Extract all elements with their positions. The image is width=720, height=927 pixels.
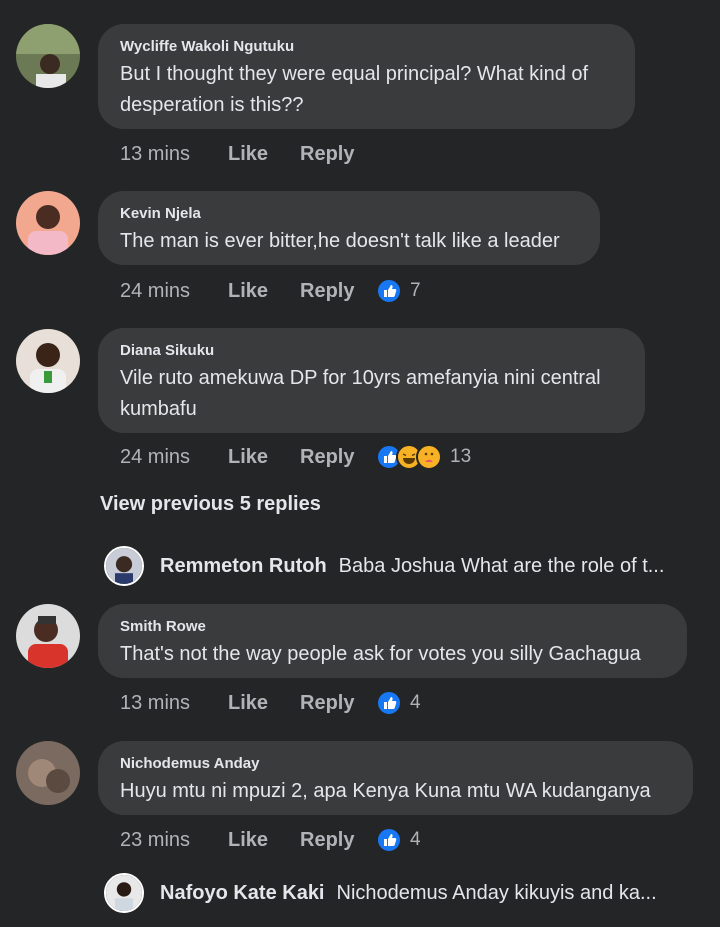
comment-bubble: Smith Rowe That's not the way people ask… [98,604,687,678]
reactions[interactable]: 7 [376,278,421,304]
collapsed-reply[interactable]: Nafoyo Kate Kaki Nichodemus Anday kikuyi… [104,873,704,913]
avatar[interactable] [16,24,80,88]
comment-bubble: Nichodemus Anday Huyu mtu ni mpuzi 2, ap… [98,741,693,815]
collapsed-reply[interactable]: Remmeton Rutoh Baba Joshua What are the … [104,546,704,586]
comment-bubble: Diana Sikuku Vile ruto amekuwa DP for 10… [98,328,645,433]
reactions[interactable]: 4 [376,690,421,716]
avatar[interactable] [16,741,80,805]
like-button[interactable]: Like [228,143,300,166]
view-previous-replies-link[interactable]: View previous 5 replies [100,493,321,516]
like-icon [376,827,402,853]
reply-preview: Baba Joshua What are the role of t... [338,554,665,577]
like-icon [376,690,402,716]
comment-text: Huyu mtu ni mpuzi 2, apa Kenya Kuna mtu … [120,780,651,802]
comment-actions: 24 mins Like Reply 13 [120,442,471,472]
reply-button[interactable]: Reply [300,280,374,303]
avatar[interactable] [16,191,80,255]
reaction-count: 4 [410,692,421,713]
reaction-count: 13 [450,446,472,467]
comment-actions: 23 mins Like Reply 4 [120,825,421,855]
reaction-count: 7 [410,280,421,301]
comment-text: Vile ruto amekuwa DP for 10yrs amefanyia… [120,367,601,420]
reply-author[interactable]: Nafoyo Kate Kaki [160,882,325,905]
avatar[interactable] [16,604,80,668]
like-button[interactable]: Like [228,446,300,469]
like-button[interactable]: Like [228,692,300,715]
reply-author[interactable]: Remmeton Rutoh [160,555,327,578]
comment-time[interactable]: 24 mins [120,446,228,469]
reactions[interactable]: 13 [376,444,471,470]
comment-time[interactable]: 13 mins [120,143,228,166]
avatar[interactable] [104,873,144,913]
comment-author[interactable]: Nichodemus Anday [120,755,671,772]
care-icon [416,444,442,470]
comment-time[interactable]: 13 mins [120,692,228,715]
comment-text: That's not the way people ask for votes … [120,643,641,665]
comment-actions: 13 mins Like Reply 4 [120,688,421,718]
avatar[interactable] [16,329,80,393]
comment-bubble: Wycliffe Wakoli Ngutuku But I thought th… [98,24,635,129]
comment-author[interactable]: Kevin Njela [120,205,578,222]
comment-author[interactable]: Diana Sikuku [120,342,623,359]
comment-author[interactable]: Smith Rowe [120,618,665,635]
like-icon [376,278,402,304]
avatar[interactable] [104,546,144,586]
like-button[interactable]: Like [228,280,300,303]
comment-author[interactable]: Wycliffe Wakoli Ngutuku [120,38,613,55]
comment-bubble: Kevin Njela The man is ever bitter,he do… [98,191,600,265]
reply-button[interactable]: Reply [300,446,374,469]
reaction-count: 4 [410,829,421,850]
comment-time[interactable]: 24 mins [120,280,228,303]
comment-text: The man is ever bitter,he doesn't talk l… [120,230,560,252]
comment-text: But I thought they were equal principal?… [120,63,589,116]
like-button[interactable]: Like [228,829,300,852]
comment-actions: 13 mins Like Reply [120,139,374,169]
reply-button[interactable]: Reply [300,143,374,166]
comment-actions: 24 mins Like Reply 7 [120,276,421,306]
reactions[interactable]: 4 [376,827,421,853]
reply-button[interactable]: Reply [300,692,374,715]
comment-time[interactable]: 23 mins [120,829,228,852]
reply-preview: Nichodemus Anday kikuyis and ka... [336,881,657,904]
reply-button[interactable]: Reply [300,829,374,852]
